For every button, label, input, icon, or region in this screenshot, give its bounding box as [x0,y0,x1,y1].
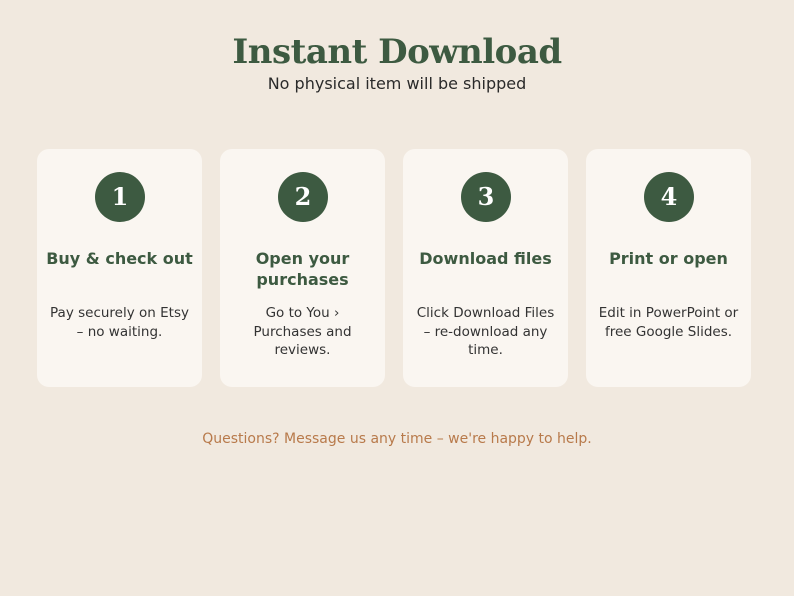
step-title: Buy & check out [46,249,193,268]
step-title: Open your purchases [255,249,350,289]
step-card-2: 2 Open your purchases Go to You › Purcha… [220,149,385,387]
steps-row: 1 Buy & check out Pay securely on Etsy –… [37,149,751,387]
step-card-3: 3 Download files Click Download Files – … [403,149,568,387]
step-number-badge: 3 [461,172,511,222]
step-description: Pay securely on Etsy – no waiting. [50,305,189,340]
footer-note: Questions? Message us any time – we're h… [202,431,592,447]
step-description: Click Download Files – re-download any t… [416,305,555,358]
step-number-badge: 1 [95,172,145,222]
page-title: Instant Download [232,32,562,72]
step-title: Download files [419,249,552,268]
step-card-1: 1 Buy & check out Pay securely on Etsy –… [37,149,202,387]
step-number-badge: 4 [644,172,694,222]
step-card-4: 4 Print or open Edit in PowerPoint or fr… [586,149,751,387]
step-description: Go to You › Purchases and reviews. [253,305,352,358]
step-number-badge: 2 [278,172,328,222]
step-description: Edit in PowerPoint or free Google Slides… [598,305,739,340]
step-title: Print or open [609,249,728,268]
page-subtitle: No physical item will be shipped [267,74,527,93]
